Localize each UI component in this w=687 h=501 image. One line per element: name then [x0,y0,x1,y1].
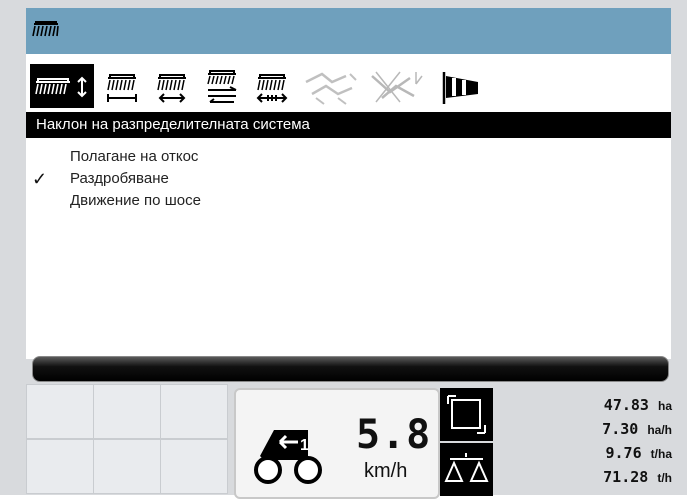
softkey-slot[interactable] [93,439,161,494]
tool-harrow-shift[interactable] [152,68,192,106]
speed-display: 1 5.8 km/h [234,388,440,499]
softkey-grid [26,384,234,495]
softkey-slot[interactable] [160,439,228,494]
softkey-slot[interactable] [160,384,228,439]
area-rate-counter: 7.30 ha/h [602,420,672,438]
throughput-counter: 71.28 t/h [603,468,672,486]
tool-harrow-spread[interactable] [252,68,292,106]
implement-disabled-icon [305,72,357,105]
area-counter-button[interactable] [440,388,493,441]
tool-harrow-width[interactable] [102,68,142,106]
scrollbar[interactable] [32,356,669,382]
scale-icon [444,453,489,482]
implement-crossed-icon [371,71,423,103]
terminal-frame: Наклон на разпределителната система ✓ По… [0,0,687,499]
harrow-icon [32,21,59,37]
area-frame-icon [447,395,486,434]
option-shredding[interactable]: Раздробяване [70,168,169,190]
harrow-width-icon [107,74,137,102]
yield-counter: 9.76 t/ha [605,444,673,462]
title-bar [26,8,671,55]
harrow-spread-icon [256,74,288,103]
harrow-fold-icon [207,70,237,103]
tool-implement-crossed[interactable] [366,68,426,106]
section-title: Наклон на разпределителната система [26,112,671,138]
area-counter: 47.83 ha [603,396,672,414]
harrow-shift-icon [157,74,186,103]
softkey-slot[interactable] [26,439,94,494]
tool-harrow-fold[interactable] [202,68,242,106]
tool-implement-disabled[interactable] [302,68,362,106]
harrow-tilt-icon [35,76,87,98]
softkey-slot[interactable] [26,384,94,439]
weigh-counter-button[interactable] [440,443,493,496]
windsock-icon [442,72,478,104]
option-road-travel[interactable]: Движение по шосе [70,190,201,212]
speed-unit: km/h [364,460,408,482]
tool-windsock[interactable] [438,68,498,106]
softkey-slot[interactable] [93,384,161,439]
option-swath-laying[interactable]: Полагане на откос [70,146,198,168]
function-toolbar [26,58,671,110]
tractor-icon: 1 [254,430,322,484]
counters-panel: 47.83 ha 7.30 ha/h 9.76 t/ha 71.28 t/h [500,392,680,492]
tool-harrow-tilt[interactable] [30,64,94,108]
selected-check-icon: ✓ [32,169,48,189]
gear-label: 1 [300,437,309,454]
main-panel: Наклон на разпределителната система ✓ По… [26,54,671,359]
speed-value: 5.8 [356,412,432,458]
